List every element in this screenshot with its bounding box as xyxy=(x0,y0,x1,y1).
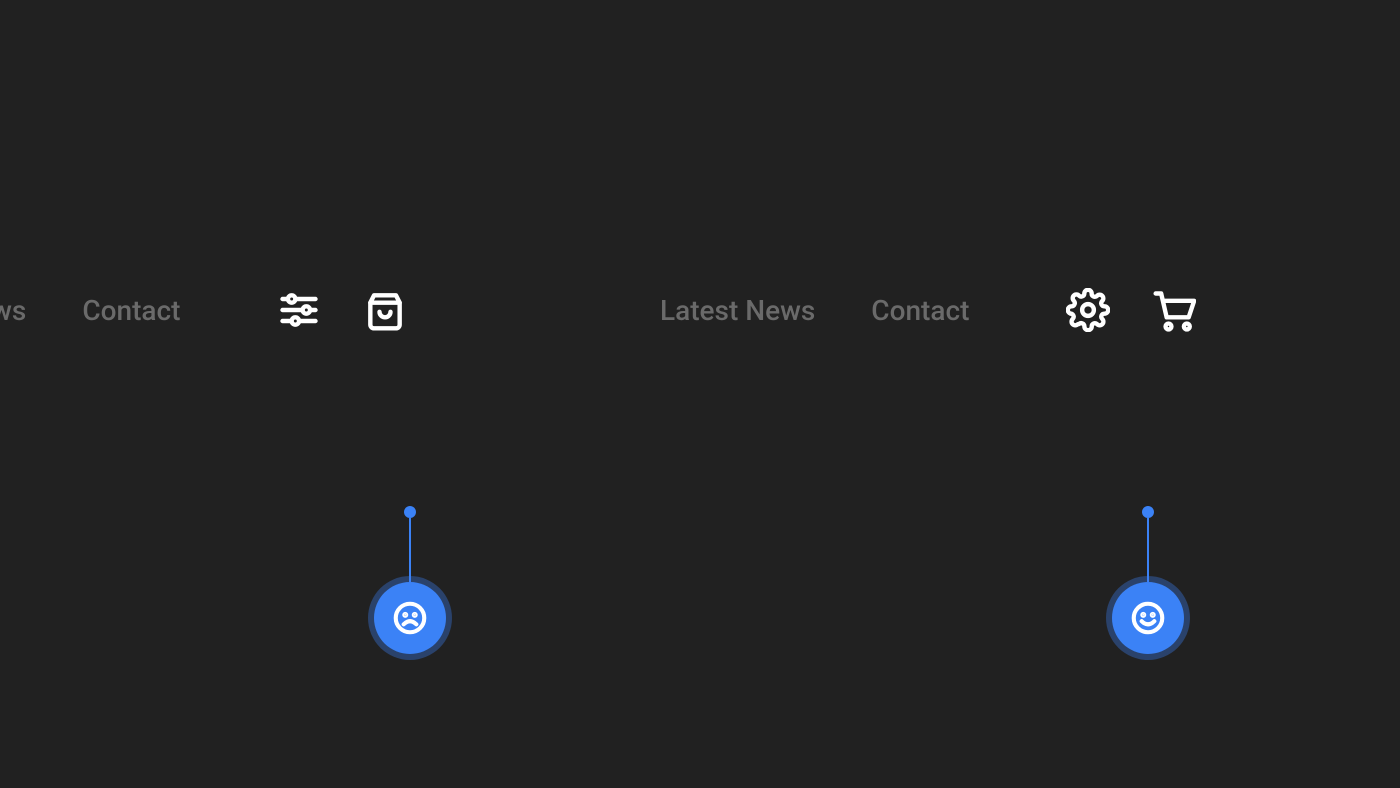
mood-pin xyxy=(1106,506,1190,654)
settings-icon[interactable] xyxy=(1065,287,1111,333)
pin-dot-icon xyxy=(404,506,416,518)
shopping-bag-icon[interactable] xyxy=(362,287,408,333)
mood-pin xyxy=(368,506,452,654)
nav-row: Latest News Contact xyxy=(660,284,1197,336)
nav-link-contact[interactable]: Contact xyxy=(82,294,180,327)
nav-link-contact[interactable]: Contact xyxy=(871,294,969,327)
nav-row: t News Contact xyxy=(0,284,408,336)
nav-link-news[interactable]: Latest News xyxy=(660,294,815,327)
mood-bubble[interactable] xyxy=(1112,582,1184,654)
frown-icon xyxy=(391,599,429,637)
pin-stem-icon xyxy=(1147,518,1149,582)
comparison-panel-right: Latest News Contact xyxy=(560,0,1400,788)
pin-dot-icon xyxy=(1142,506,1154,518)
sliders-icon[interactable] xyxy=(276,287,322,333)
smile-icon xyxy=(1129,599,1167,637)
pin-stem-icon xyxy=(409,518,411,582)
nav-link-news[interactable]: t News xyxy=(0,294,26,327)
comparison-panel-left: t News Contact xyxy=(0,0,560,788)
mood-bubble[interactable] xyxy=(374,582,446,654)
shopping-cart-icon[interactable] xyxy=(1151,287,1197,333)
